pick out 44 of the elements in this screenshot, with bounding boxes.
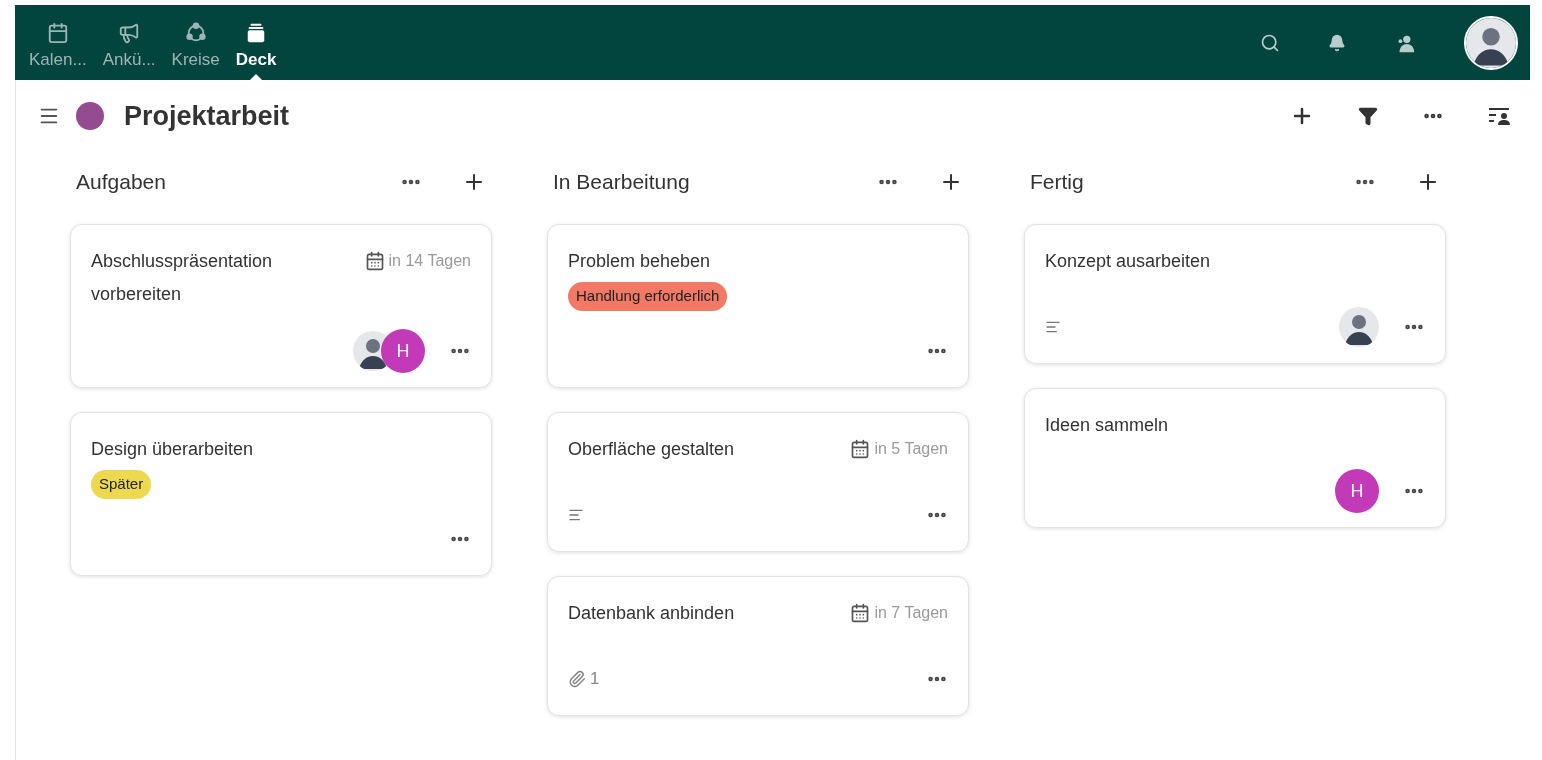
active-indicator <box>250 74 263 80</box>
card-title: Problem beheben <box>568 250 711 273</box>
task-card[interactable]: Oberfläche gestalten in 5 Tagen <box>547 411 969 552</box>
task-card[interactable]: Problem beheben Handlung erforderlich <box>547 224 969 388</box>
paperclip-icon <box>568 669 586 688</box>
card-title: Oberfläche gestalten <box>568 437 735 461</box>
task-card[interactable]: Ideen sammeln H <box>1024 388 1446 528</box>
task-card[interactable]: Abschlusspräsentation vorbereiten in 14 Tagen H <box>70 224 492 388</box>
app-tab[interactable]: Ankü... <box>100 21 158 80</box>
due-date: in 14 Tagen <box>388 251 471 271</box>
due-date: in 7 Tagen <box>874 602 948 623</box>
column-title: Fertig <box>1030 169 1085 196</box>
megaphone-icon <box>118 21 141 44</box>
card-title: Datenbank anbinden <box>568 601 735 625</box>
notifications-icon[interactable] <box>1328 33 1346 52</box>
avatar-silhouette <box>1339 307 1379 347</box>
avatar-initial: H <box>381 329 425 373</box>
task-card[interactable]: Design überarbeiten Später <box>70 412 492 576</box>
card-title: Design überarbeiten <box>91 438 254 461</box>
card-title: Abschlusspräsentation vorbereiten <box>91 250 274 306</box>
app-tab[interactable]: Kalen... <box>27 21 89 80</box>
calendar-icon <box>850 438 871 459</box>
attachment-count: 1 <box>590 667 600 690</box>
calendar-icon <box>46 21 69 44</box>
due-date: in 5 Tagen <box>874 438 948 459</box>
details-toggle-icon[interactable] <box>1488 105 1512 127</box>
circles-icon <box>184 21 207 44</box>
search-icon[interactable] <box>1260 32 1280 53</box>
calendar-icon <box>850 602 871 623</box>
card-tag: Später <box>91 470 152 499</box>
column-title: In Bearbeitung <box>553 169 691 196</box>
task-card[interactable]: Konzept ausarbeiten <box>1024 224 1446 364</box>
calendar-icon <box>364 251 385 271</box>
board-title: Projektarbeit <box>124 99 290 133</box>
task-card[interactable]: Datenbank anbinden in 7 Tagen 1 <box>547 575 969 716</box>
avatar-initial: H <box>1335 469 1379 513</box>
card-title: Ideen sammeln <box>1045 414 1169 437</box>
avatar-silhouette <box>1466 17 1516 68</box>
card-tag: Handlung erforderlich <box>568 282 728 311</box>
filter-icon[interactable] <box>1358 106 1378 126</box>
card-title: Konzept ausarbeiten <box>1045 250 1211 273</box>
app-tab[interactable]: Deck <box>233 21 279 80</box>
column-title: Aufgaben <box>76 169 167 196</box>
app-tab[interactable]: Kreise <box>169 21 222 80</box>
